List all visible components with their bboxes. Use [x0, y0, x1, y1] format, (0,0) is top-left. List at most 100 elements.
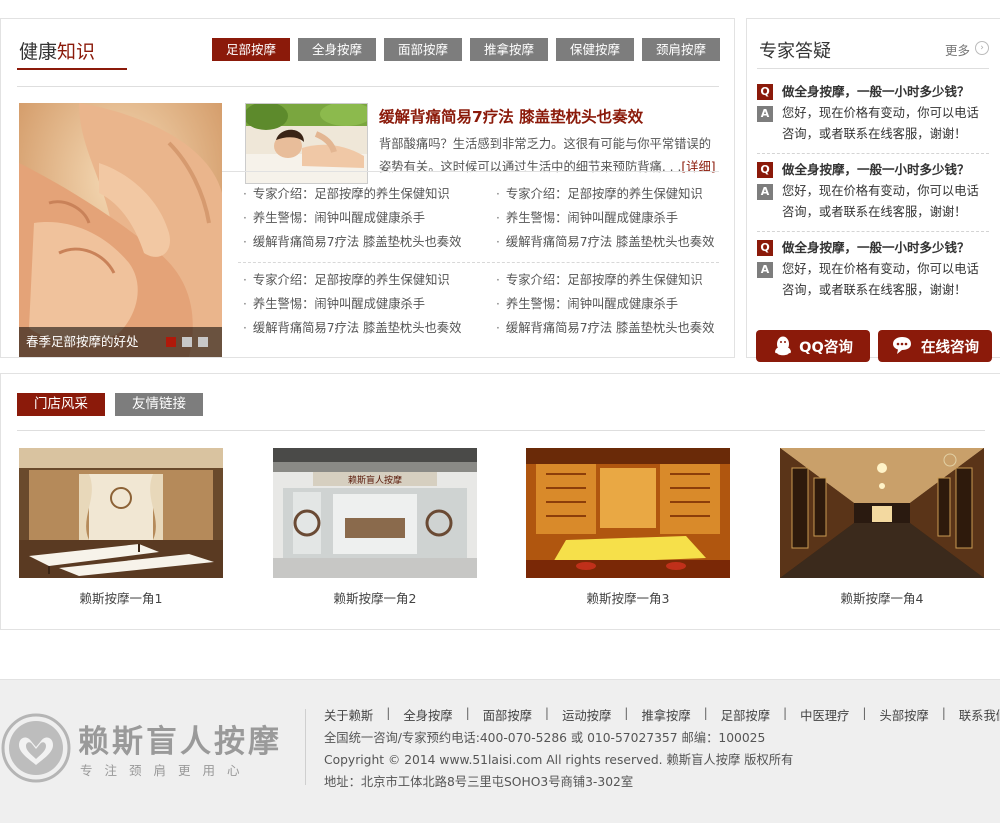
lounge-photo — [526, 448, 730, 578]
article-link[interactable]: 专家介绍：足部按摩的养生保健知识 — [496, 268, 714, 292]
title-main: 健康 — [19, 41, 58, 63]
footer-link-tuina[interactable]: 推拿按摩 — [641, 706, 690, 724]
question-badge: Q — [757, 240, 773, 256]
footer-copyright: Copyright © 2014 www.51laisi.com All rig… — [324, 753, 794, 767]
nav-separator: | — [941, 706, 946, 720]
slide-dot-3[interactable] — [198, 337, 208, 347]
section-divider — [17, 86, 719, 87]
brand-name: 赖斯盲人按摩 — [78, 724, 282, 760]
article-link[interactable]: 养生警惕：闹钟叫醒成健康杀手 — [496, 292, 714, 316]
answer-badge: A — [757, 184, 773, 200]
tab-full-body-massage[interactable]: 全身按摩 — [298, 38, 376, 61]
article-link[interactable]: 养生警惕：闹钟叫醒成健康杀手 — [243, 292, 461, 316]
chevron-right-icon[interactable]: › — [975, 41, 989, 55]
answer-text: 您好，现在价格有变动，你可以电话咨询，或者联系在线客服，谢谢！ — [782, 262, 979, 297]
title-accent: 知识 — [57, 41, 96, 63]
nav-separator: | — [465, 706, 470, 720]
nav-separator: | — [386, 706, 391, 720]
store-photo — [526, 448, 730, 578]
nav-separator: | — [544, 706, 550, 720]
tab-neck-shoulder-massage[interactable]: 颈肩按摩 — [642, 38, 720, 61]
article-link[interactable]: 专家介绍：足部按摩的养生保健知识 — [243, 268, 461, 292]
health-knowledge-panel: 健康知识 足部按摩 全身按摩 面部按摩 推拿按摩 保健按摩 颈肩按摩 春季足部按… — [0, 18, 735, 358]
slide-dots — [166, 337, 208, 347]
list-separator-top — [222, 171, 719, 172]
qa-item: Q 做全身按摩，一般一小时多少钱？ A 您好，现在价格有变动，你可以电话咨询，或者联… — [757, 159, 989, 223]
store-photo-card[interactable]: 赖斯按摩一角4 — [780, 448, 984, 607]
slide-dot-1[interactable] — [166, 337, 176, 347]
qq-penguin-icon — [775, 336, 792, 356]
store-sign-text: 赖斯盲人按摩 — [348, 474, 402, 486]
title-underline — [17, 68, 127, 70]
footer-link-full-body[interactable]: 全身按摩 — [403, 706, 452, 724]
site-footer: 赖斯盲人按摩 专注颈肩更用心 关于赖斯 | 全身按摩 | 面部按摩 | 运动按摩 | 推… — [0, 679, 1000, 823]
article-list-2-right: 专家介绍：足部按摩的养生保健知识 养生警惕：闹钟叫醒成健康杀手 缓解背痛简易7疗… — [496, 268, 714, 340]
section-title-health-knowledge: 健康知识 — [19, 37, 95, 64]
question-text[interactable]: 做全身按摩，一般一小时多少钱？ — [782, 81, 970, 103]
store-tabs: 门店风采 友情链接 — [17, 393, 203, 416]
tab-friend-links[interactable]: 友情链接 — [115, 393, 203, 416]
article-link[interactable]: 养生警惕：闹钟叫醒成健康杀手 — [243, 206, 461, 230]
nav-separator: | — [862, 706, 867, 720]
feature-description: 背部酸痛吗？生活感到非常乏力。这很有可能与你平常错误的姿势有关。这时候可以通过生… — [379, 133, 719, 179]
footer-link-about[interactable]: 关于赖斯 — [324, 706, 373, 724]
section-divider — [757, 68, 989, 69]
brand-slogan: 专注颈肩更用心 — [80, 763, 252, 778]
corridor-photo — [780, 448, 984, 578]
knowledge-tabs: 足部按摩 全身按摩 面部按摩 推拿按摩 保健按摩 颈肩按摩 — [212, 38, 720, 61]
qa-separator — [757, 153, 989, 154]
qa-item: Q 做全身按摩，一般一小时多少钱？ A 您好，现在价格有变动，你可以电话咨询，或者联… — [757, 237, 989, 301]
footer-link-face[interactable]: 面部按摩 — [483, 706, 532, 724]
footer-link-head[interactable]: 头部按摩 — [880, 706, 929, 724]
footer-link-tcm[interactable]: 中医理疗 — [800, 706, 849, 724]
online-consult-button[interactable]: 在线咨询 — [878, 330, 992, 362]
article-list-1-right: 专家介绍：足部按摩的养生保健知识 养生警惕：闹钟叫醒成健康杀手 缓解背痛简易7疗… — [496, 182, 714, 254]
answer-badge: A — [757, 106, 773, 122]
question-text[interactable]: 做全身按摩，一般一小时多少钱？ — [782, 159, 970, 181]
store-photo-card[interactable]: 赖斯按摩一角3 — [526, 448, 730, 607]
store-photo-caption: 赖斯按摩一角4 — [840, 591, 924, 606]
article-link[interactable]: 专家介绍：足部按摩的养生保健知识 — [243, 182, 461, 206]
tab-foot-massage[interactable]: 足部按摩 — [212, 38, 290, 61]
tab-store-style[interactable]: 门店风采 — [17, 393, 105, 416]
foot-massage-photo — [19, 103, 222, 357]
article-link[interactable]: 缓解背痛简易7疗法 膝盖垫枕头也奏效 — [243, 230, 461, 254]
answer-badge: A — [757, 262, 773, 278]
article-link[interactable]: 缓解背痛简易7疗法 膝盖垫枕头也奏效 — [496, 230, 714, 254]
storefront-photo: 赖斯盲人按摩 — [273, 448, 477, 578]
store-showcase-panel: 门店风采 友情链接 赖斯按摩一角1 赖斯盲人按摩 赖斯按摩一角2 赖斯按摩一角3… — [0, 373, 1000, 630]
footer-link-foot[interactable]: 足部按摩 — [721, 706, 770, 724]
tab-tuina-massage[interactable]: 推拿按摩 — [470, 38, 548, 61]
store-photo-card[interactable]: 赖斯按摩一角1 — [19, 448, 223, 607]
article-link[interactable]: 养生警惕：闹钟叫醒成健康杀手 — [496, 206, 714, 230]
more-link[interactable]: 更多 — [945, 40, 970, 59]
store-photo — [780, 448, 984, 578]
store-photo: 赖斯盲人按摩 — [273, 448, 477, 578]
qq-consult-label: QQ咨询 — [799, 339, 853, 356]
qa-separator — [757, 231, 989, 232]
footer-nav: 关于赖斯 | 全身按摩 | 面部按摩 | 运动按摩 | 推拿按摩 | 足部按摩 | 中医理疗… — [324, 706, 1000, 724]
store-photo-caption: 赖斯按摩一角3 — [586, 591, 670, 606]
brand-logo-icon — [1, 713, 71, 783]
nav-separator: | — [703, 706, 708, 720]
footer-link-contact[interactable]: 联系我们 — [959, 706, 1000, 724]
article-link[interactable]: 缓解背痛简易7疗法 膝盖垫枕头也奏效 — [496, 316, 714, 340]
store-photo-card[interactable]: 赖斯盲人按摩 赖斯按摩一角2 — [273, 448, 477, 607]
slide-dot-2[interactable] — [182, 337, 192, 347]
store-photo — [19, 448, 223, 578]
feature-title[interactable]: 缓解背痛简易7疗法 膝盖垫枕头也奏效 — [379, 105, 643, 127]
slideshow[interactable]: 春季足部按摩的好处 — [19, 103, 222, 357]
tab-face-massage[interactable]: 面部按摩 — [384, 38, 462, 61]
qq-consult-button[interactable]: QQ咨询 — [756, 330, 870, 362]
answer-text: 您好，现在价格有变动，你可以电话咨询，或者联系在线客服，谢谢！ — [782, 106, 979, 141]
massage-room-photo — [19, 448, 223, 578]
footer-contact-line: 全国统一咨询/专家预约电话:400-070-5286 或 010-5702735… — [324, 731, 766, 745]
question-badge: Q — [757, 162, 773, 178]
footer-link-sports[interactable]: 运动按摩 — [562, 706, 611, 724]
article-list-2-left: 专家介绍：足部按摩的养生保健知识 养生警惕：闹钟叫醒成健康杀手 缓解背痛简易7疗… — [243, 268, 461, 340]
question-text[interactable]: 做全身按摩，一般一小时多少钱？ — [782, 237, 970, 259]
article-link[interactable]: 专家介绍：足部按摩的养生保健知识 — [496, 182, 714, 206]
tab-health-massage[interactable]: 保健按摩 — [556, 38, 634, 61]
nav-separator: | — [783, 706, 788, 720]
article-link[interactable]: 缓解背痛简易7疗法 膝盖垫枕头也奏效 — [243, 316, 461, 340]
